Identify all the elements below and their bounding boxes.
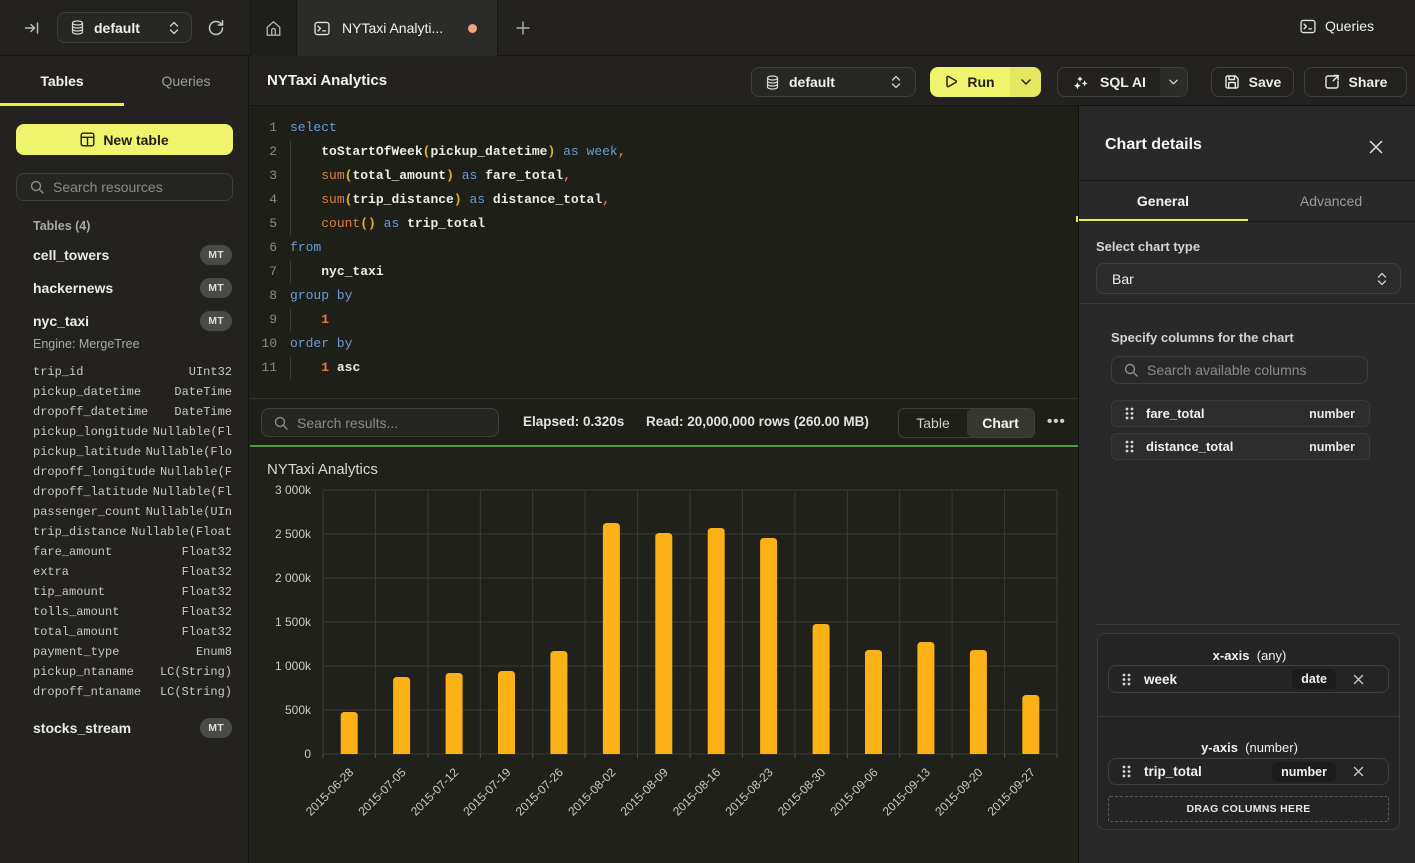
svg-text:2015-06-28: 2015-06-28 [303, 765, 357, 819]
svg-text:0: 0 [304, 747, 311, 761]
svg-text:2015-07-26: 2015-07-26 [513, 765, 567, 819]
svg-text:2 000k: 2 000k [275, 571, 312, 585]
svg-text:500k: 500k [285, 703, 312, 717]
svg-text:2015-08-30: 2015-08-30 [775, 765, 829, 819]
svg-text:2015-08-23: 2015-08-23 [722, 765, 776, 819]
svg-text:2015-08-02: 2015-08-02 [565, 765, 619, 819]
svg-text:2015-07-05: 2015-07-05 [355, 765, 409, 819]
svg-text:2015-09-20: 2015-09-20 [932, 765, 986, 819]
svg-text:2015-08-09: 2015-08-09 [618, 765, 672, 819]
svg-text:2015-09-06: 2015-09-06 [827, 765, 881, 819]
svg-text:1 500k: 1 500k [275, 615, 312, 629]
svg-text:2015-09-27: 2015-09-27 [985, 765, 1039, 819]
svg-text:2015-08-16: 2015-08-16 [670, 765, 724, 819]
svg-text:2015-07-19: 2015-07-19 [460, 765, 514, 819]
svg-text:3 000k: 3 000k [275, 483, 312, 497]
svg-text:1 000k: 1 000k [275, 659, 312, 673]
svg-text:2 500k: 2 500k [275, 527, 312, 541]
svg-text:NYTaxi Analytics: NYTaxi Analytics [267, 461, 378, 478]
svg-text:2015-09-13: 2015-09-13 [880, 765, 934, 819]
svg-text:2015-07-12: 2015-07-12 [408, 765, 462, 819]
